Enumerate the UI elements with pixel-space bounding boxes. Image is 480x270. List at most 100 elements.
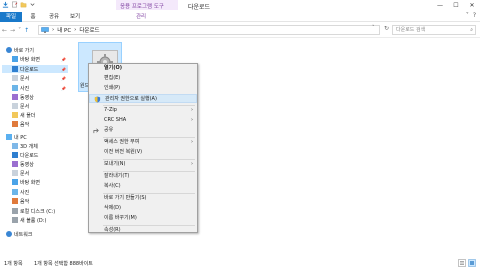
sidebar-item-11[interactable]: 다운로드	[2, 151, 68, 159]
sidebar-item-7[interactable]: 새 폴더	[2, 111, 68, 119]
download-icon	[12, 152, 18, 158]
address-bar[interactable]: › 내 PC › 다운로드	[38, 25, 380, 35]
drive-icon	[12, 217, 18, 223]
sidebar-item-8[interactable]: 음악	[2, 120, 68, 128]
tab-share[interactable]: 공유	[46, 12, 62, 22]
back-button[interactable]: ←	[2, 27, 7, 34]
context-menu-item-13[interactable]: 삭제(D)	[89, 204, 197, 213]
video-icon	[12, 161, 18, 167]
document-icon	[12, 75, 18, 81]
sidebar-item-10[interactable]: 3D 개체	[2, 142, 68, 150]
context-menu-item-15[interactable]: 속성(R)	[89, 226, 197, 235]
pc-icon	[6, 134, 12, 140]
context-menu-label: 복사(C)	[104, 183, 121, 189]
pc-icon	[41, 27, 49, 33]
menu-separator	[103, 159, 195, 160]
breadcrumb-downloads[interactable]: 다운로드	[79, 26, 99, 34]
context-menu-label: 열기(O)	[104, 65, 123, 71]
recent-locations-button[interactable]: ˅	[18, 27, 21, 34]
star-icon	[6, 47, 12, 53]
view-toggle	[458, 259, 476, 267]
tab-manage[interactable]: 관리	[130, 12, 152, 22]
tab-view[interactable]: 보기	[68, 12, 82, 22]
sidebar-item-14[interactable]: 바탕 화면	[2, 178, 68, 186]
sidebar-item-0[interactable]: 바로 가기	[2, 46, 68, 54]
context-menu-label: 공유	[104, 127, 114, 133]
context-menu-item-9[interactable]: 보내기(N) ›	[89, 160, 197, 169]
context-menu-item-4[interactable]: 7-Zip ›	[89, 106, 197, 115]
sidebar-item-17[interactable]: 로컬 디스크 (C:)	[2, 207, 68, 215]
refresh-button[interactable]: ↻	[384, 25, 389, 32]
context-menu-label: 7-Zip	[104, 107, 117, 113]
sidebar-item-3[interactable]: 문서 📌	[2, 74, 68, 82]
context-menu-item-10[interactable]: 잘라내기(T)	[89, 172, 197, 181]
context-menu-item-2[interactable]: 인쇄(P)	[89, 84, 197, 93]
menu-separator	[103, 137, 195, 138]
context-menu-label: CRC SHA	[104, 117, 127, 123]
tab-home[interactable]: 홈	[26, 12, 40, 22]
sidebar-item-18[interactable]: 새 볼륨 (D:)	[2, 216, 68, 224]
help-icon[interactable]: ?	[473, 12, 476, 19]
sidebar-item-6[interactable]: 문서	[2, 102, 68, 110]
context-menu-item-1[interactable]: 편집(E)	[89, 74, 197, 83]
maximize-button[interactable]: ☐	[448, 0, 464, 10]
new-folder-icon[interactable]	[20, 1, 27, 8]
context-menu-item-7[interactable]: 액세스 권한 부여 ›	[89, 138, 197, 147]
sidebar-item-19[interactable]: 네트워크	[2, 230, 68, 238]
large-icons-view-icon[interactable]	[468, 259, 476, 267]
music-icon	[12, 121, 18, 127]
menu-separator	[103, 193, 195, 194]
sidebar-item-13[interactable]: 문서	[2, 169, 68, 177]
close-button[interactable]: ✕	[464, 0, 480, 10]
minimize-button[interactable]: —	[432, 0, 448, 10]
shield-icon	[94, 96, 101, 103]
quick-access-toolbar	[2, 1, 36, 8]
sidebar-item-12[interactable]: 동영상	[2, 160, 68, 168]
music-icon	[12, 198, 18, 204]
sidebar-item-16[interactable]: 음악	[2, 197, 68, 205]
expand-ribbon-button[interactable]: ˅	[466, 12, 469, 19]
context-menu-label: 이전 버전 복원(V)	[104, 149, 143, 155]
context-menu-item-8[interactable]: 이전 버전 복원(V)	[89, 148, 197, 157]
context-menu-item-12[interactable]: 바로 가기 만들기(S)	[89, 194, 197, 203]
sidebar-item-label: 바탕 화면	[20, 56, 40, 63]
context-menu-item-3[interactable]: 관리자 권한으로 실행(A)	[89, 94, 197, 103]
menu-separator	[103, 171, 195, 172]
sidebar-item-1[interactable]: 바탕 화면 📌	[2, 55, 68, 63]
folder-icon	[12, 112, 18, 118]
sidebar-item-2[interactable]: 다운로드 📌	[2, 65, 68, 73]
sidebar-item-label: 동영상	[20, 161, 34, 168]
sidebar-item-label: 새 폴더	[20, 112, 36, 119]
up-button[interactable]: ↑	[24, 27, 29, 34]
context-menu-item-5[interactable]: CRC SHA ›	[89, 116, 197, 125]
context-menu-item-14[interactable]: 이름 바꾸기(M)	[89, 214, 197, 223]
context-menu-label: 이름 바꾸기(M)	[104, 215, 137, 221]
pin-icon: 📌	[61, 85, 66, 91]
address-dropdown-button[interactable]: ˅	[372, 25, 375, 31]
properties-icon[interactable]	[11, 1, 18, 8]
sidebar-item-9[interactable]: 내 PC	[2, 133, 68, 141]
chevron-right-icon: ›	[191, 107, 193, 113]
desktop-icon	[12, 56, 18, 62]
pin-icon: 📌	[61, 56, 66, 62]
desktop-icon	[12, 179, 18, 185]
quick-access-icon[interactable]	[2, 1, 9, 8]
sidebar-item-15[interactable]: 사진	[2, 188, 68, 196]
ribbon-right-controls: ˅ ?	[466, 12, 476, 19]
context-menu-item-6[interactable]: 공유	[89, 126, 197, 135]
sidebar-item-5[interactable]: 동영상	[2, 93, 68, 101]
pin-icon: 📌	[61, 75, 66, 81]
context-menu-label: 관리자 권한으로 실행(A)	[105, 96, 157, 102]
sidebar-item-4[interactable]: 사진 📌	[2, 84, 68, 92]
breadcrumb-this-pc[interactable]: 내 PC	[57, 26, 71, 34]
tab-file[interactable]: 파일	[0, 12, 22, 22]
3d-objects-icon	[12, 143, 18, 149]
context-menu-item-0[interactable]: 열기(O)	[89, 64, 197, 73]
forward-button[interactable]: →	[10, 27, 15, 34]
share-icon	[93, 128, 99, 134]
context-menu-item-11[interactable]: 복사(C)	[89, 182, 197, 191]
search-input[interactable]: 다운로드 검색 ⌕	[392, 25, 476, 35]
details-view-icon[interactable]	[458, 259, 466, 267]
pictures-icon	[12, 189, 18, 195]
customize-qat-icon[interactable]	[29, 1, 36, 8]
